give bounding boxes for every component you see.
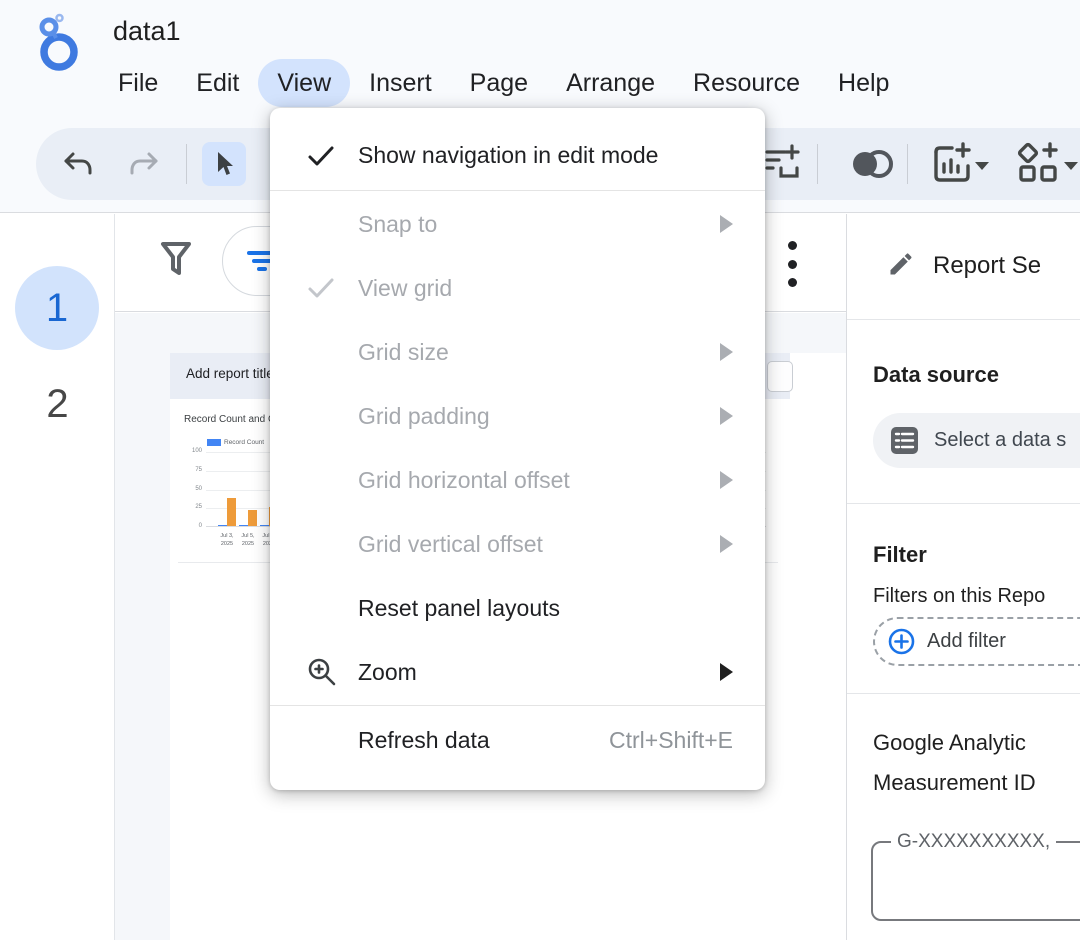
submenu-arrow-icon — [720, 215, 733, 233]
select-data-source-button[interactable]: Select a data s — [873, 413, 1080, 468]
menu-separator — [270, 705, 765, 706]
more-options-icon — [788, 241, 797, 250]
legend-swatch-record-count — [207, 439, 221, 446]
menu-item-grid-horizontal-offset: Grid horizontal offset — [270, 448, 765, 512]
y-axis-tick: 25 — [178, 504, 202, 510]
bar-record-count — [239, 525, 248, 527]
menu-item-zoom[interactable]: Zoom — [270, 640, 765, 704]
submenu-arrow-icon — [720, 407, 733, 425]
menu-item-refresh-data[interactable]: Refresh data Ctrl+Shift+E — [270, 707, 765, 774]
ga-heading-line2: Measurement ID — [873, 770, 1036, 796]
add-data-icon — [763, 144, 803, 184]
submenu-arrow-icon — [720, 343, 733, 361]
chevron-down-icon — [975, 162, 989, 170]
submenu-arrow-icon — [720, 663, 733, 681]
menu-arrange[interactable]: Arrange — [547, 59, 674, 107]
menu-item-view-grid: View grid — [270, 256, 765, 320]
menu-separator — [270, 190, 765, 191]
more-options-button[interactable] — [787, 241, 797, 287]
submenu-arrow-icon — [720, 471, 733, 489]
page-2-button[interactable]: 2 — [0, 382, 115, 427]
menu-item-grid-size: Grid size — [270, 320, 765, 384]
undo-button[interactable] — [58, 144, 98, 184]
report-settings-panel: Report Se Data source Select a data s Fi… — [846, 214, 1080, 940]
chevron-down-icon — [1064, 162, 1078, 170]
ga-measurement-id-input[interactable] — [871, 841, 1080, 921]
add-filter-button[interactable]: Add filter — [873, 617, 1080, 666]
menu-resource[interactable]: Resource — [674, 59, 819, 107]
menu-edit[interactable]: Edit — [177, 59, 258, 107]
panel-header: Report Se — [847, 214, 1080, 320]
bar-series2 — [248, 510, 257, 526]
select-tool-button[interactable] — [202, 142, 246, 186]
filter-heading: Filter — [873, 542, 927, 568]
keyboard-shortcut: Ctrl+Shift+E — [609, 727, 733, 754]
checkmark-icon — [306, 275, 358, 301]
menu-item-grid-vertical-offset: Grid vertical offset — [270, 512, 765, 576]
menu-item-show-navigation[interactable]: Show navigation in edit mode — [270, 122, 765, 189]
title-band-control[interactable] — [767, 361, 793, 392]
filter-funnel-icon[interactable] — [160, 240, 192, 280]
menu-item-snap-to: Snap to — [270, 192, 765, 256]
menu-view[interactable]: View — [258, 59, 350, 107]
select-cursor-icon — [211, 150, 237, 178]
bar-record-count — [260, 525, 269, 527]
toolbar-separator — [907, 144, 908, 184]
data-source-heading: Data source — [873, 362, 999, 388]
bar-series2 — [227, 498, 236, 526]
filter-subtext: Filters on this Repo — [873, 585, 1045, 608]
menu-help[interactable]: Help — [819, 59, 908, 107]
toolbar-separator — [186, 144, 187, 184]
chart-title: Record Count and C — [184, 414, 275, 425]
toolbar-separator — [817, 144, 818, 184]
legend-label: Record Count — [224, 439, 264, 446]
add-filter-label: Add filter — [927, 630, 1006, 653]
panel-title: Report Se — [933, 252, 1041, 280]
menubar: File Edit View Insert Page Arrange Resou… — [99, 59, 908, 107]
add-control-button[interactable] — [1016, 144, 1062, 184]
y-axis-tick: 100 — [178, 448, 202, 454]
add-circle-icon — [888, 628, 915, 655]
blend-data-button[interactable] — [848, 144, 896, 184]
bar-record-count — [218, 525, 227, 527]
menu-item-grid-padding: Grid padding — [270, 384, 765, 448]
redo-icon — [129, 150, 159, 178]
pages-panel: 1 2 — [0, 214, 115, 940]
undo-icon — [63, 150, 93, 178]
divider — [847, 503, 1080, 504]
add-chart-icon — [930, 142, 974, 186]
view-menu-dropdown: Show navigation in edit mode Snap to Vie… — [270, 108, 765, 790]
menu-insert[interactable]: Insert — [350, 59, 451, 107]
page-1-button[interactable]: 1 — [15, 266, 99, 350]
menu-page[interactable]: Page — [451, 59, 547, 107]
menu-item-reset-panel-layouts[interactable]: Reset panel layouts — [270, 576, 765, 640]
report-title[interactable]: data1 — [113, 16, 181, 47]
menu-file[interactable]: File — [99, 59, 177, 107]
add-data-button[interactable] — [763, 144, 803, 184]
y-axis-tick: 50 — [178, 486, 202, 492]
select-data-source-label: Select a data s — [934, 429, 1066, 452]
report-title-placeholder[interactable]: Add report title — [186, 366, 274, 381]
zoom-in-icon — [306, 656, 358, 688]
pencil-icon — [887, 250, 915, 278]
add-control-icon — [1017, 142, 1061, 186]
looker-studio-logo — [32, 12, 84, 74]
blend-data-icon — [850, 149, 894, 179]
redo-button[interactable] — [124, 144, 164, 184]
submenu-arrow-icon — [720, 535, 733, 553]
divider — [847, 693, 1080, 694]
y-axis-tick: 0 — [178, 523, 202, 529]
ga-heading-line1: Google Analytic — [873, 730, 1026, 756]
checkmark-icon — [306, 143, 358, 169]
ga-input-label: G-XXXXXXXXXX, — [891, 831, 1056, 853]
y-axis-tick: 75 — [178, 467, 202, 473]
add-chart-button[interactable] — [929, 144, 975, 184]
data-source-icon — [891, 427, 918, 454]
